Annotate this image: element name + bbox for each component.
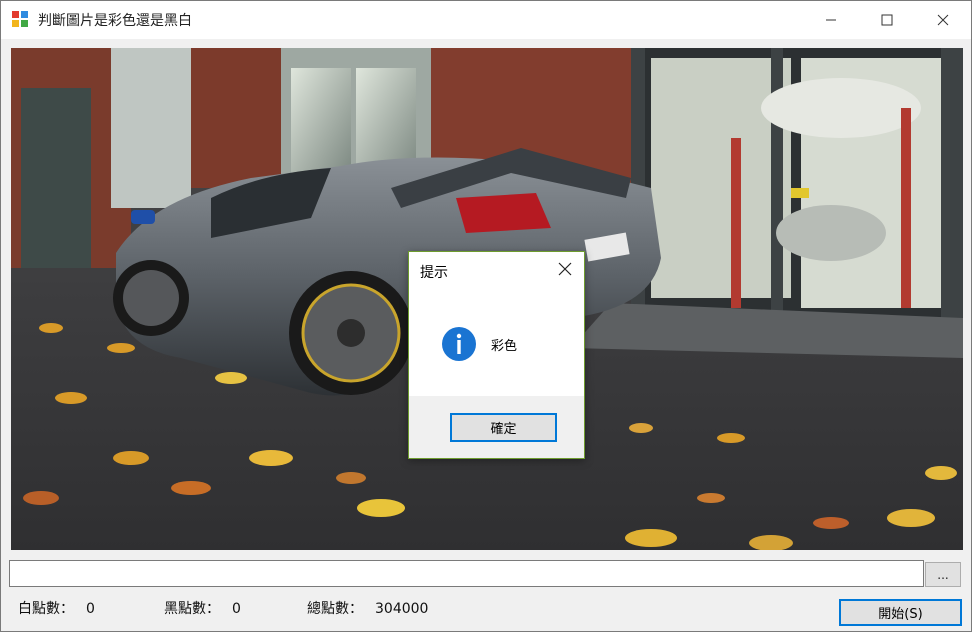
app-icon [12, 11, 30, 29]
dialog-close-icon[interactable] [558, 262, 572, 276]
title-bar: 判斷圖片是彩色還是黑白 [1, 1, 971, 39]
start-button[interactable]: 開始(S) [839, 599, 962, 626]
information-icon [442, 327, 476, 361]
browse-button[interactable]: ... [925, 562, 961, 587]
black-count-value: 0 [232, 601, 241, 617]
black-count-label: 黑點數： [164, 601, 220, 617]
total-count-group: 總點數： 304000 [307, 598, 428, 618]
total-count-value: 304000 [375, 601, 429, 617]
total-count-label: 總點數： [307, 601, 363, 617]
file-path-input[interactable] [9, 560, 924, 587]
black-count-group: 黑點數： 0 [164, 598, 241, 618]
white-count-label: 白點數： [18, 601, 74, 617]
maximize-icon [881, 14, 893, 26]
minimize-button[interactable] [803, 1, 859, 39]
ok-button[interactable]: 確定 [450, 413, 557, 442]
dialog-message: 彩色 [491, 339, 518, 354]
dialog-title: 提示 [420, 265, 448, 281]
white-count-value: 0 [86, 601, 95, 617]
window-title: 判斷圖片是彩色還是黑白 [38, 13, 192, 29]
maximize-button[interactable] [859, 1, 915, 39]
close-button[interactable] [915, 1, 971, 39]
dialog-footer: 確定 [409, 396, 584, 458]
message-dialog: 提示 彩色 確定 [408, 251, 585, 459]
close-icon [937, 14, 949, 26]
minimize-icon [826, 19, 836, 21]
white-count-group: 白點數： 0 [18, 598, 95, 618]
